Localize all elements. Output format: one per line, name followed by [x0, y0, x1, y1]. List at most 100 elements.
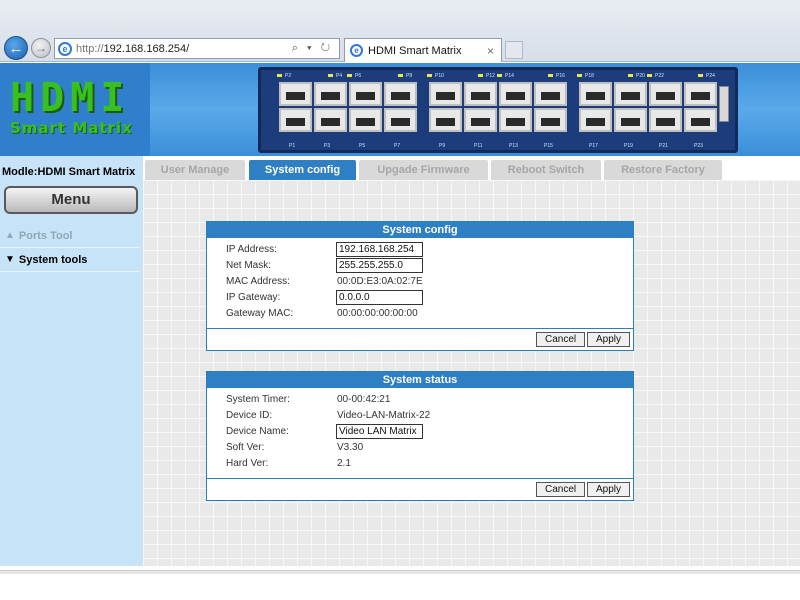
port-label: P6 — [355, 73, 362, 79]
page-header: HDMI Smart Matrix P2 P4 P6 P8 P10 P12 P14 P16 P1… — [0, 63, 800, 156]
close-tab-icon[interactable]: × — [487, 44, 494, 58]
net-mask-row: Net Mask: — [207, 258, 633, 274]
sidebar-item-system-tools[interactable]: ▼ System tools — [0, 248, 140, 272]
rj45-port — [534, 82, 567, 106]
soft-ver-row: Soft Ver: V3.30 — [207, 440, 633, 456]
browser-tab[interactable]: e HDMI Smart Matrix × — [344, 38, 502, 62]
net-mask-input[interactable] — [336, 258, 423, 273]
tab-system-config[interactable]: System config — [249, 160, 356, 180]
rj45-port — [464, 108, 497, 132]
gateway-mac-value: 00:00:00:00:00:00 — [337, 308, 418, 319]
port-label: P12 — [486, 73, 495, 79]
tab-restore-factory[interactable]: Restore Factory — [604, 160, 722, 180]
ip-gateway-row: IP Gateway: — [207, 290, 633, 306]
status-button-bar: Cancel Apply — [207, 478, 633, 500]
rj45-port — [464, 82, 497, 106]
port-label: P8 — [406, 73, 413, 79]
port-label: P23 — [694, 143, 703, 149]
sidebar-item-ports-tool[interactable]: ▲ Ports Tool — [0, 224, 140, 248]
new-tab-button[interactable] — [505, 41, 523, 59]
ie-logo-icon: e — [58, 41, 72, 56]
menu-button[interactable]: Menu — [4, 186, 138, 214]
back-button[interactable]: ← — [4, 36, 28, 60]
device-id-value: Video-LAN-Matrix-22 — [337, 410, 431, 421]
soft-ver-value: V3.30 — [337, 442, 364, 453]
panel-title: System status — [207, 372, 633, 388]
port-label: P5 — [359, 143, 366, 149]
rj45-port — [279, 82, 312, 106]
device-id-label: Device ID: — [226, 410, 273, 421]
port-group-2 — [429, 82, 567, 132]
url-protocol: http:// — [76, 42, 104, 55]
config-button-bar: Cancel Apply — [207, 328, 633, 350]
tab-bar: User Manage System config Upgade Firmwar… — [143, 156, 800, 180]
device-name-input[interactable] — [336, 424, 423, 439]
rj45-port — [614, 108, 647, 132]
logo: HDMI Smart Matrix — [0, 63, 150, 156]
port-label: P21 — [659, 143, 668, 149]
rj45-port — [649, 108, 682, 132]
port-led — [277, 74, 282, 77]
rj45-port — [384, 108, 417, 132]
port-led — [577, 74, 582, 77]
address-tools-icons[interactable]: ⌕ ▾ ↻ — [292, 42, 333, 55]
ip-gateway-input[interactable] — [336, 290, 423, 305]
port-led — [698, 74, 703, 77]
device-name-label: Device Name: — [226, 426, 289, 437]
soft-ver-label: Soft Ver: — [226, 442, 265, 453]
hard-ver-row: Hard Ver: 2.1 — [207, 456, 633, 472]
rj45-port — [314, 108, 347, 132]
tab-user-manage[interactable]: User Manage — [145, 160, 245, 180]
rj45-port — [314, 82, 347, 106]
port-group-1 — [279, 82, 417, 132]
port-label: P14 — [505, 73, 514, 79]
tab-ie-logo-icon: e — [350, 44, 363, 57]
port-label: P20 — [636, 73, 645, 79]
ip-address-label: IP Address: — [226, 244, 277, 255]
rj45-port — [349, 108, 382, 132]
system-status-panel: System status System Timer: 00-00:42:21 … — [206, 371, 634, 501]
tab-reboot-switch[interactable]: Reboot Switch — [491, 160, 601, 180]
mac-address-value: 00:0D:E3:0A:02:7E — [337, 276, 423, 287]
hard-ver-value: 2.1 — [337, 458, 351, 469]
forward-arrow-icon: → — [35, 41, 47, 55]
gateway-mac-row: Gateway MAC: 00:00:00:00:00:00 — [207, 306, 633, 322]
console-port — [719, 86, 729, 122]
status-apply-button[interactable]: Apply — [587, 482, 631, 497]
forward-button[interactable]: → — [31, 38, 51, 58]
address-bar[interactable]: e http:// 192.168.168.254/ ⌕ ▾ ↻ — [54, 38, 340, 59]
rj45-port — [684, 108, 717, 132]
net-mask-label: Net Mask: — [226, 260, 272, 271]
port-led — [347, 74, 352, 77]
port-led — [628, 74, 633, 77]
system-timer-value: 00-00:42:21 — [337, 394, 391, 405]
rj45-port — [499, 108, 532, 132]
ip-address-input[interactable] — [336, 242, 423, 257]
rj45-port — [429, 108, 462, 132]
port-led — [647, 74, 652, 77]
port-label: P3 — [324, 143, 331, 149]
rj45-port — [349, 82, 382, 106]
port-led — [328, 74, 333, 77]
port-label: P10 — [435, 73, 444, 79]
ip-address-row: IP Address: — [207, 242, 633, 258]
port-led — [398, 74, 403, 77]
hard-ver-label: Hard Ver: — [226, 458, 269, 469]
triangle-down-icon: ▼ — [5, 254, 15, 265]
port-label: P17 — [589, 143, 598, 149]
status-cancel-button[interactable]: Cancel — [536, 482, 586, 497]
back-arrow-icon: ← — [8, 39, 24, 57]
port-label: P9 — [439, 143, 446, 149]
rj45-port — [279, 108, 312, 132]
config-cancel-button[interactable]: Cancel — [536, 332, 586, 347]
url-host: 192.168.168.254/ — [103, 42, 190, 55]
port-label: P2 — [285, 73, 292, 79]
logo-line-1: HDMI — [10, 75, 131, 121]
tab-upgrade-firmware[interactable]: Upgade Firmware — [359, 160, 488, 180]
rj45-port — [429, 82, 462, 106]
rj45-port — [499, 82, 532, 106]
config-apply-button[interactable]: Apply — [587, 332, 631, 347]
logo-line-2: Smart Matrix — [10, 119, 133, 137]
port-label: P24 — [706, 73, 715, 79]
system-timer-label: System Timer: — [226, 394, 290, 405]
